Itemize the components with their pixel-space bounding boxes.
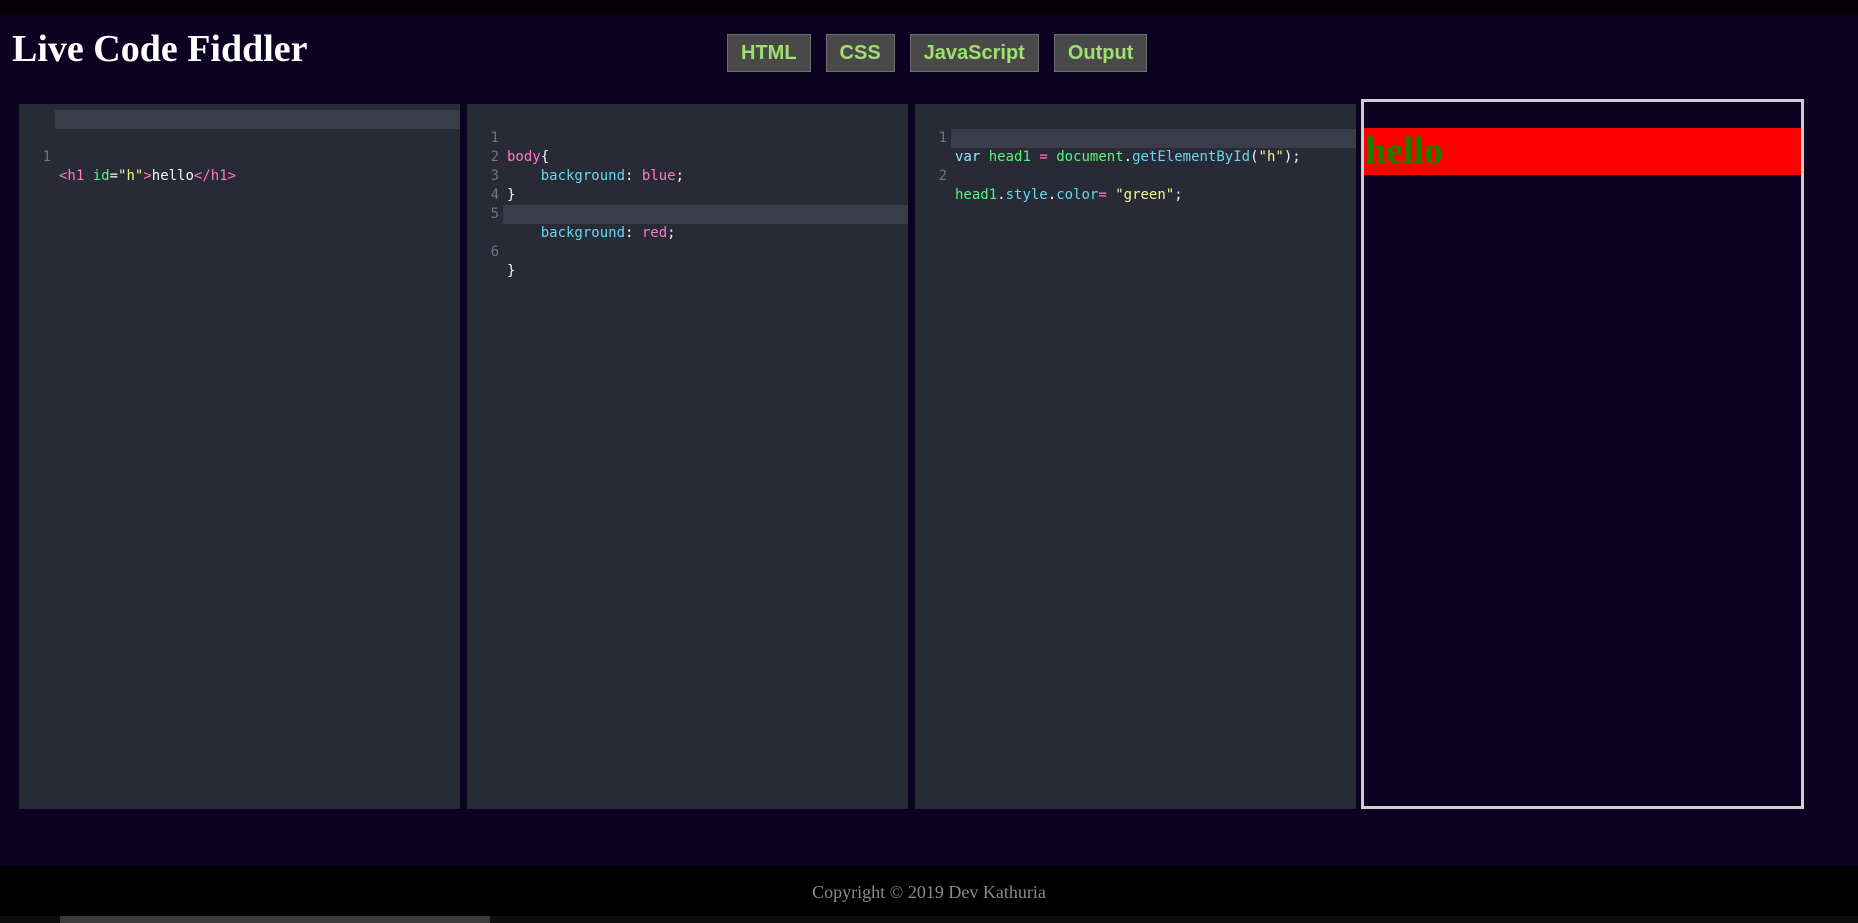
active-line-highlight [951, 129, 1356, 148]
scrollbar-thumb[interactable] [60, 916, 490, 923]
code-token: ); [1283, 149, 1301, 165]
tab-css[interactable]: CSS [825, 34, 895, 72]
active-line-highlight [55, 110, 460, 129]
code-line[interactable]: 5 background: red; [467, 186, 908, 241]
line-number: 2 [938, 168, 947, 184]
tab-output[interactable]: Output [1053, 34, 1148, 72]
code-token: ; [1174, 187, 1183, 203]
code-token: = [1039, 149, 1048, 165]
code-token: style [1005, 187, 1048, 203]
code-text: var head1 = document.getElementById("h")… [955, 148, 1301, 167]
code-token: . [997, 187, 1006, 203]
active-line-highlight [503, 205, 908, 224]
editor-tabs: HTML CSS JavaScript Output [727, 34, 1148, 72]
code-token: document [1056, 149, 1124, 165]
code-token: var [955, 149, 981, 165]
code-line[interactable]: 1 var head1 = document.getElementById("h… [915, 110, 1356, 165]
code-text: <h1 id="h">hello</h1> [59, 167, 236, 186]
code-token: <h1 [59, 168, 85, 184]
code-token: head1 [955, 187, 998, 203]
code-line[interactable]: 6 } [467, 205, 908, 279]
code-line[interactable]: 2 head1.style.color= "green"; [915, 129, 1356, 203]
top-bar [0, 0, 1858, 15]
code-token: color [1056, 187, 1099, 203]
code-token: : [625, 225, 642, 241]
code-line[interactable]: 1 body{ [467, 110, 908, 165]
code-token: red [641, 225, 668, 241]
html-editor[interactable]: 1 <h1 id="h">hello</h1> [19, 104, 460, 809]
code-token: } [507, 263, 516, 279]
code-text: background: red; [507, 224, 676, 243]
code-token: . [1047, 187, 1057, 203]
output-heading: hello [1364, 128, 1801, 175]
css-editor[interactable]: 1 body{ 2 background: blue; 3 } 4 h1{ 5 … [467, 104, 908, 809]
code-line[interactable]: 4 h1{ [467, 167, 908, 222]
copyright-text: Copyright © 2019 Dev Kathuria [812, 882, 1046, 902]
tab-html[interactable]: HTML [727, 34, 811, 72]
code-token: head1 [988, 149, 1031, 165]
javascript-editor[interactable]: 1 var head1 = document.getElementById("h… [915, 104, 1356, 809]
code-token: hello [151, 168, 194, 184]
line-number: 6 [490, 244, 499, 260]
code-text: } [507, 262, 515, 281]
code-token: </h1> [193, 168, 237, 184]
code-line[interactable]: 2 background: blue; [467, 129, 908, 184]
code-token: = [1098, 187, 1107, 203]
code-token: ; [667, 225, 676, 241]
tab-javascript[interactable]: JavaScript [909, 34, 1039, 72]
code-token: . [1123, 149, 1133, 165]
line-number: 1 [42, 149, 51, 165]
code-line[interactable]: 3 } [467, 148, 908, 203]
code-text: head1.style.color= "green"; [955, 186, 1183, 205]
code-token: "h" [1258, 149, 1284, 165]
page-title: Live Code Fiddler [12, 28, 308, 70]
code-token: "h" [118, 168, 144, 184]
footer: Copyright © 2019 Dev Kathuria [0, 866, 1858, 923]
output-frame[interactable]: hello [1361, 99, 1804, 809]
code-line[interactable]: 1 <h1 id="h">hello</h1> [19, 110, 460, 184]
code-token: id [92, 168, 110, 184]
code-token: ( [1250, 149, 1259, 165]
code-token: "green" [1115, 187, 1175, 203]
code-token: = [109, 168, 119, 184]
horizontal-scrollbar[interactable] [0, 916, 1858, 923]
code-token: getElementById [1132, 149, 1251, 165]
code-token: > [143, 168, 152, 184]
code-token: background [540, 225, 626, 241]
